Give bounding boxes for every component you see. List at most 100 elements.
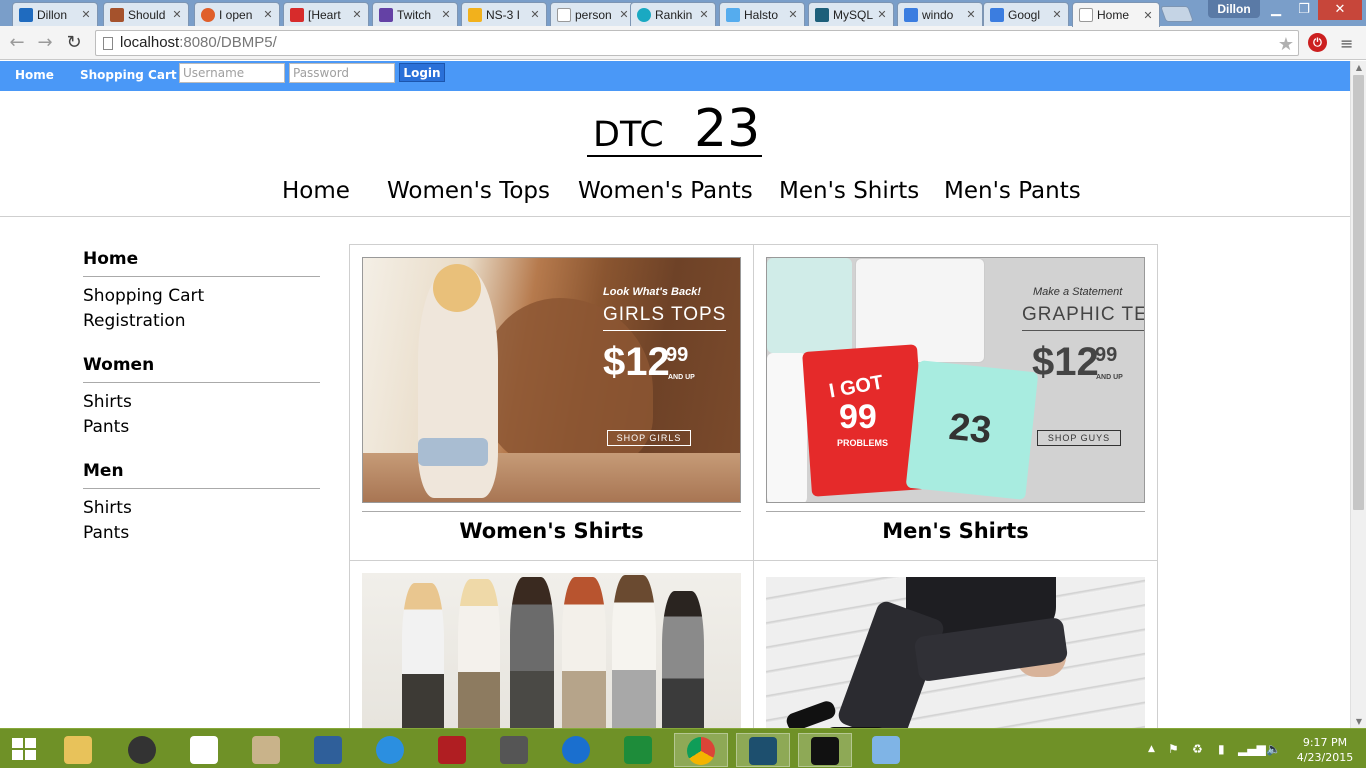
close-icon[interactable]: ✕ [1141,9,1155,22]
settings-app-icon[interactable] [240,733,294,767]
hamburger-menu-icon[interactable]: ≡ [1340,34,1353,53]
page-scrollbar[interactable]: ▲ ▼ [1350,61,1366,728]
product-caption[interactable]: Women's Shirts [362,511,741,543]
close-icon[interactable]: ✕ [261,8,275,21]
mysql-workbench-icon[interactable] [736,733,790,767]
sync-app-icon[interactable] [550,733,604,767]
sidebar-item-women-pants[interactable]: Pants [83,415,320,440]
power-app-icon[interactable] [426,733,480,767]
sidebar-item-men-pants[interactable]: Pants [83,521,320,546]
clock-time: 9:17 PM [1302,736,1348,749]
login-button[interactable]: Login [399,63,445,82]
girls-tops-banner[interactable]: Look What's Back! GIRLS TOPS $12 99 AND … [362,257,741,503]
nav-womens-pants[interactable]: Women's Pants [578,178,753,204]
topbar-home-link[interactable]: Home [15,68,54,82]
product-card-womens-pants[interactable] [350,561,754,728]
recycle-icon[interactable]: ♻ [1192,742,1203,756]
scroll-down-icon[interactable]: ▼ [1354,717,1364,726]
sidebar-item-shopping-cart[interactable]: Shopping Cart [83,284,320,309]
browser-tab[interactable]: Twitch ✕ [372,2,458,26]
nav-mens-pants[interactable]: Men's Pants [944,178,1081,204]
amazon-icon[interactable] [178,733,232,767]
close-icon[interactable]: ✕ [528,8,542,21]
browser-tab[interactable]: Rankin ✕ [630,2,716,26]
browser-tab[interactable]: I open ✕ [194,2,280,26]
browser-tab-active[interactable]: Home ✕ [1072,2,1160,27]
browser-tab[interactable]: MySQL ✕ [808,2,894,26]
mysql-console-icon[interactable] [798,733,852,767]
product-grid: Look What's Back! GIRLS TOPS $12 99 AND … [349,244,1158,728]
browser-tab[interactable]: Halsto ✕ [719,2,805,26]
file-explorer-icon[interactable] [52,733,106,767]
flag-icon[interactable]: ⚑ [1168,742,1179,756]
close-icon[interactable]: ✕ [1050,8,1064,21]
browser-tab[interactable]: Googl ✕ [983,2,1069,26]
product-card-womens-shirts[interactable]: Look What's Back! GIRLS TOPS $12 99 AND … [350,245,754,561]
new-tab-button[interactable] [1160,6,1194,22]
excel-icon[interactable] [612,733,666,767]
browser-tab[interactable]: Dillon ✕ [12,2,98,26]
close-icon[interactable]: ✕ [697,8,711,21]
volume-icon[interactable]: 🔈 [1266,742,1281,756]
close-icon[interactable]: ✕ [79,8,93,21]
close-icon[interactable]: ✕ [617,8,631,21]
chrome-icon[interactable] [674,733,728,767]
arrow-left-icon[interactable]: ← [6,32,28,54]
tab-label: Twitch [397,7,432,22]
window-close-icon[interactable]: ✕ [1318,0,1362,20]
profile-button[interactable]: Dillon [1208,0,1260,18]
nav-mens-shirts[interactable]: Men's Shirts [779,178,919,204]
browser-tab[interactable]: person ✕ [550,2,636,26]
sidebar-item-registration[interactable]: Registration [83,309,320,334]
shop-girls-button[interactable]: SHOP GIRLS [607,430,691,446]
sidebar-heading-home[interactable]: Home [83,245,320,277]
tab-label: Halsto [744,7,779,22]
document-app-icon[interactable] [488,733,542,767]
password-input[interactable] [289,63,395,83]
browser-tab[interactable]: [Heart ✕ [283,2,369,26]
power-extension-icon[interactable]: ⏻ [1308,33,1327,52]
womens-pants-photo[interactable] [362,573,741,728]
tray-expand-icon[interactable]: ▲ [1148,744,1155,754]
product-card-mens-pants[interactable] [754,561,1157,728]
windows-start-icon[interactable] [12,738,38,760]
clock[interactable]: 9:17 PM 4/23/2015 [1290,735,1360,765]
close-icon[interactable]: ✕ [170,8,184,21]
graphic-tees-banner[interactable]: I GOT 99 PROBLEMS 23 Make a Statement GR… [766,257,1145,503]
speaker-app-icon[interactable] [116,733,170,767]
nav-home[interactable]: Home [282,178,350,204]
banner-price-suffix: AND UP [668,374,695,381]
sidebar-item-women-shirts[interactable]: Shirts [83,390,320,415]
reload-icon[interactable]: ↻ [63,32,85,54]
shop-guys-button[interactable]: SHOP GUYS [1037,430,1121,446]
close-icon[interactable]: ✕ [875,8,889,21]
product-card-mens-shirts[interactable]: I GOT 99 PROBLEMS 23 Make a Statement GR… [754,245,1157,561]
close-icon[interactable]: ✕ [786,8,800,21]
browser-tab[interactable]: windo ✕ [897,2,983,26]
mens-pants-photo[interactable] [766,577,1145,728]
sidebar-item-men-shirts[interactable]: Shirts [83,496,320,521]
tab-label: Home [1097,8,1130,22]
close-icon[interactable]: ✕ [350,8,364,21]
username-input[interactable] [179,63,285,83]
address-bar[interactable]: localhost:8080/DBMP5/ ★ [95,30,1299,56]
scroll-up-icon[interactable]: ▲ [1354,63,1364,72]
restore-icon[interactable]: ❐ [1290,0,1318,20]
arrow-right-icon[interactable]: → [34,32,56,54]
battery-icon[interactable]: ▮ [1218,742,1225,756]
control-panel-icon[interactable] [302,733,356,767]
network-icon[interactable]: ▂▄▆ [1238,742,1266,756]
close-icon[interactable]: ✕ [964,8,978,21]
product-caption[interactable]: Men's Shirts [766,511,1145,543]
virtualbox-icon[interactable] [860,733,914,767]
browser-tab[interactable]: NS-3 I ✕ [461,2,547,26]
internet-explorer-icon[interactable] [364,733,418,767]
site-logo[interactable]: DTC 23 [587,97,762,159]
browser-tab[interactable]: Should ✕ [103,2,189,26]
nav-womens-tops[interactable]: Women's Tops [387,178,550,204]
minimize-icon[interactable]: ▁ [1262,0,1290,20]
topbar-cart-link[interactable]: Shopping Cart [80,68,177,82]
star-icon[interactable]: ★ [1278,32,1294,56]
scrollbar-thumb[interactable] [1353,75,1364,510]
close-icon[interactable]: ✕ [439,8,453,21]
